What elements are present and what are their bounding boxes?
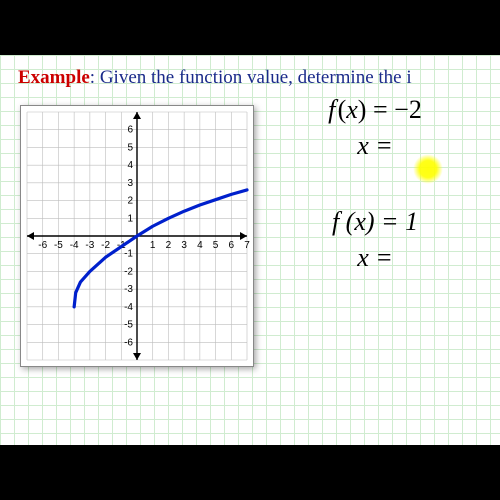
svg-text:-3: -3 — [85, 240, 94, 251]
svg-text:-2: -2 — [101, 240, 110, 251]
svg-text:-5: -5 — [54, 240, 63, 251]
svg-text:-4: -4 — [124, 302, 133, 313]
svg-text:6: 6 — [127, 125, 133, 136]
svg-text:2: 2 — [127, 196, 133, 207]
svg-text:4: 4 — [127, 160, 133, 171]
svg-text:3: 3 — [127, 178, 133, 189]
svg-text:-6: -6 — [124, 337, 133, 348]
example-label: Example — [18, 67, 90, 88]
svg-text:4: 4 — [197, 240, 203, 251]
svg-text:-1: -1 — [124, 249, 133, 260]
function-graph-card: -6-5-4-3-2-11234567-6-5-4-3-2-1123456 — [20, 105, 254, 367]
example-prompt: Given the function value, determine the … — [100, 67, 412, 88]
svg-text:-4: -4 — [70, 240, 79, 251]
svg-text:-2: -2 — [124, 266, 133, 277]
svg-text:3: 3 — [181, 240, 187, 251]
svg-text:2: 2 — [166, 240, 172, 251]
svg-text:-3: -3 — [124, 284, 133, 295]
svg-text:6: 6 — [229, 240, 235, 251]
svg-text:5: 5 — [127, 142, 133, 153]
function-graph: -6-5-4-3-2-11234567-6-5-4-3-2-1123456 — [21, 106, 253, 366]
svg-text:-6: -6 — [38, 240, 47, 251]
svg-text:5: 5 — [213, 240, 219, 251]
formula-block: f (x) = −2 x = f (x) = 1 x = — [280, 95, 470, 279]
answer-2: x = — [280, 243, 470, 273]
svg-text:1: 1 — [150, 240, 156, 251]
equation-1: f (x) = −2 — [280, 95, 470, 125]
svg-text:1: 1 — [127, 213, 133, 224]
answer-1: x = — [280, 131, 470, 161]
example-sep: : — [90, 67, 100, 88]
svg-text:7: 7 — [244, 240, 250, 251]
example-header: Example: Given the function value, deter… — [18, 67, 412, 89]
svg-text:-5: -5 — [124, 320, 133, 331]
equation-2: f (x) = 1 — [280, 207, 470, 237]
